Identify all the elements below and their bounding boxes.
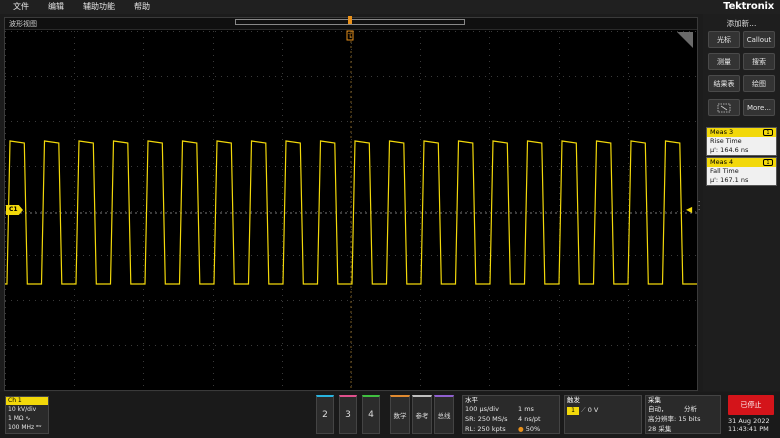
channel1-scale: 10 kV/div xyxy=(8,406,37,413)
meas4-value: μ': 167.1 ns xyxy=(707,176,776,185)
svg-text:T: T xyxy=(347,33,352,40)
meas4-source-badge: 1 xyxy=(763,159,773,166)
brand-logo: Tektronix xyxy=(723,1,774,12)
trigger-source: 1 xyxy=(567,407,579,415)
waveform-view[interactable]: 波形视图 xyxy=(4,17,698,391)
acquisition-analyze: 分析 xyxy=(684,405,697,413)
meas3-badge-card[interactable]: Meas 3 1 Rise Time μ': 164.6 ns xyxy=(706,127,777,156)
menu-accessibility[interactable]: 辅助功能 xyxy=(83,0,115,14)
meas3-source-badge: 1 xyxy=(763,129,773,136)
math-button[interactable]: 数学 xyxy=(390,395,410,434)
zoom-box-icon xyxy=(717,103,731,112)
time: 11:43:41 PM xyxy=(728,425,769,433)
record-duration: 1 ms xyxy=(518,405,534,413)
channel1-badge[interactable]: Ch 1 10 kV/div 1 MΩ ∿ 100 MHz ᴮᵂ xyxy=(5,396,49,434)
menu-bar: 文件 编辑 辅助功能 帮助 Tektronix xyxy=(0,0,780,14)
panel-resize-handle-icon[interactable]: · · · xyxy=(698,199,702,214)
acquisition-title: 采集 xyxy=(648,396,661,404)
measure-button[interactable]: 测量 xyxy=(708,53,740,70)
horizontal-position: 50% xyxy=(525,425,541,433)
date-time: 31 Aug 2022 11:43:41 PM xyxy=(728,417,778,433)
meas3-value: μ': 164.6 ns xyxy=(707,146,776,155)
meas3-name: Rise Time xyxy=(707,137,776,146)
sample-rate: SR: 250 MS/s xyxy=(465,415,508,423)
meas4-badge-card[interactable]: Meas 4 1 Fall Time μ': 167.1 ns xyxy=(706,157,777,186)
bus-button[interactable]: 总线 xyxy=(434,395,454,434)
menu-edit[interactable]: 编辑 xyxy=(48,0,64,14)
meas3-header: Meas 3 1 xyxy=(707,128,776,137)
zoom-box-button[interactable] xyxy=(708,99,740,116)
reference-button[interactable]: 参考 xyxy=(412,395,432,434)
settings-bar: Ch 1 10 kV/div 1 MΩ ∿ 100 MHz ᴮᵂ 2 3 4 数… xyxy=(0,392,780,438)
meas4-title: Meas 4 xyxy=(710,158,734,166)
trigger-level: 0 V xyxy=(587,406,599,414)
waveform-graticule xyxy=(5,31,697,390)
trigger-position-icon[interactable]: T xyxy=(344,16,356,44)
trigger-title: 触发 xyxy=(567,396,580,404)
trigger-level-arrow-icon[interactable]: ◀ xyxy=(686,206,692,214)
menu-file[interactable]: 文件 xyxy=(13,0,29,14)
run-stop-button[interactable]: 已停止 xyxy=(728,395,774,415)
acquisition-resolution: 高分辨率: 15 bits xyxy=(648,415,701,423)
time-resolution: 4 ns/pt xyxy=(518,415,541,423)
channel4-button[interactable]: 4 xyxy=(362,395,380,434)
horizontal-title: 水平 xyxy=(465,396,478,404)
date: 31 Aug 2022 xyxy=(728,417,770,425)
trigger-position-dot-icon: ● xyxy=(518,425,524,433)
acquisition-mode: 自动， xyxy=(648,405,668,413)
add-new-heading: 添加新... xyxy=(726,19,757,28)
results-table-button[interactable]: 结果表 xyxy=(708,75,740,92)
bandwidth-limit-icon: ᴮᵂ xyxy=(36,425,42,431)
acquisition-count: 28 采集 xyxy=(648,425,672,433)
time-per-div: 100 μs/div xyxy=(465,405,499,413)
record-length: RL: 250 kpts xyxy=(465,425,506,433)
channel1-bandwidth: 100 MHz ᴮᵂ xyxy=(8,424,42,431)
channel1-impedance: 1 MΩ ∿ xyxy=(8,415,31,422)
meas4-name: Fall Time xyxy=(707,167,776,176)
trigger-badge[interactable]: 触发 1 ⟋ 0 V xyxy=(564,395,642,434)
meas4-header: Meas 4 1 xyxy=(707,158,776,167)
oscilloscope-app: 文件 编辑 辅助功能 帮助 Tektronix 波形视图 T C1 ◀ · · · … xyxy=(0,0,780,438)
channel3-button[interactable]: 3 xyxy=(339,395,357,434)
results-panel: 添加新... 光标 Callout 测量 搜索 结果表 绘图 More... M… xyxy=(703,14,780,391)
meas3-title: Meas 3 xyxy=(710,128,734,136)
waveform-view-title: 波形视图 xyxy=(9,20,37,28)
rising-edge-icon: ⟋ xyxy=(581,406,586,414)
horizontal-badge[interactable]: 水平 100 μs/div 1 ms SR: 250 MS/s 4 ns/pt RL… xyxy=(462,395,560,434)
plot-button[interactable]: 绘图 xyxy=(743,75,775,92)
ac-coupling-icon: ∿ xyxy=(25,415,31,422)
search-button[interactable]: 搜索 xyxy=(743,53,775,70)
channel1-title: Ch 1 xyxy=(6,397,48,405)
menu-help[interactable]: 帮助 xyxy=(134,0,150,14)
cursors-button[interactable]: 光标 xyxy=(708,31,740,48)
more-button[interactable]: More... xyxy=(743,99,775,116)
channel2-button[interactable]: 2 xyxy=(316,395,334,434)
callout-button[interactable]: Callout xyxy=(743,31,775,48)
acquisition-badge[interactable]: 采集 自动， 分析 高分辨率: 15 bits 28 采集 xyxy=(645,395,721,434)
